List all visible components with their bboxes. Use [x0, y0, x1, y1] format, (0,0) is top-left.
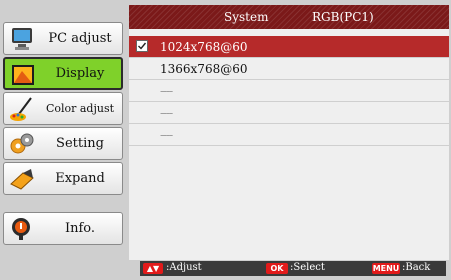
footer-hints: ▲▼ :Adjust OK :Select MENU :Back	[140, 261, 446, 276]
system-value: RGB(PC1)	[312, 10, 374, 24]
menu-item-setting[interactable]: Setting	[3, 127, 123, 160]
resolution-label: ----	[160, 106, 173, 120]
resolution-row[interactable]: ----	[129, 80, 449, 102]
resolution-row[interactable]: 1024x768@60	[129, 36, 449, 58]
panel-header: System RGB(PC1)	[129, 5, 449, 29]
menu-item-label: Expand	[55, 171, 105, 186]
expand-icon	[10, 169, 34, 190]
resolution-label: ----	[160, 84, 173, 98]
menu-item-color-adjust[interactable]: Color adjust	[3, 92, 123, 125]
resolution-row[interactable]: ----	[129, 102, 449, 124]
menu-item-display[interactable]: Display	[3, 57, 123, 90]
menu-item-expand[interactable]: Expand	[3, 162, 123, 195]
color-adjust-icon	[10, 97, 32, 121]
menu-item-info[interactable]: Info.	[3, 212, 123, 245]
menu-item-label: Color adjust	[45, 102, 115, 115]
select-hint: :Select	[290, 262, 325, 273]
adjust-hint: :Adjust	[166, 262, 202, 273]
menu-item-label: Info.	[64, 221, 96, 236]
menu-item-label: PC adjust	[48, 31, 112, 46]
system-label: System	[224, 10, 269, 24]
checkbox[interactable]	[136, 40, 148, 52]
ok-key-icon: OK	[266, 263, 288, 274]
menu-item-pc-adjust[interactable]: PC adjust	[3, 22, 123, 55]
menu-key-icon: MENU	[372, 263, 400, 274]
display-icon	[12, 65, 34, 85]
resolution-row[interactable]: ----	[129, 124, 449, 146]
pc-adjust-icon	[12, 28, 32, 50]
menu-item-label: Display	[55, 66, 105, 81]
projector-menu-screen: PC adjust Display Color adjust Setting E…	[0, 0, 451, 280]
adjust-key-icon: ▲▼	[143, 263, 163, 274]
check-icon	[138, 42, 147, 50]
resolution-label: 1024x768@60	[160, 40, 248, 54]
display-panel: System RGB(PC1) 1024x768@60 1366x768@60 …	[129, 5, 449, 260]
resolution-row[interactable]: 1366x768@60	[129, 58, 449, 80]
resolution-label: 1366x768@60	[160, 62, 248, 76]
resolution-label: ----	[160, 128, 173, 142]
back-hint: :Back	[402, 262, 431, 273]
setting-icon	[10, 133, 34, 154]
info-icon	[12, 218, 30, 240]
menu-item-label: Setting	[56, 136, 104, 151]
